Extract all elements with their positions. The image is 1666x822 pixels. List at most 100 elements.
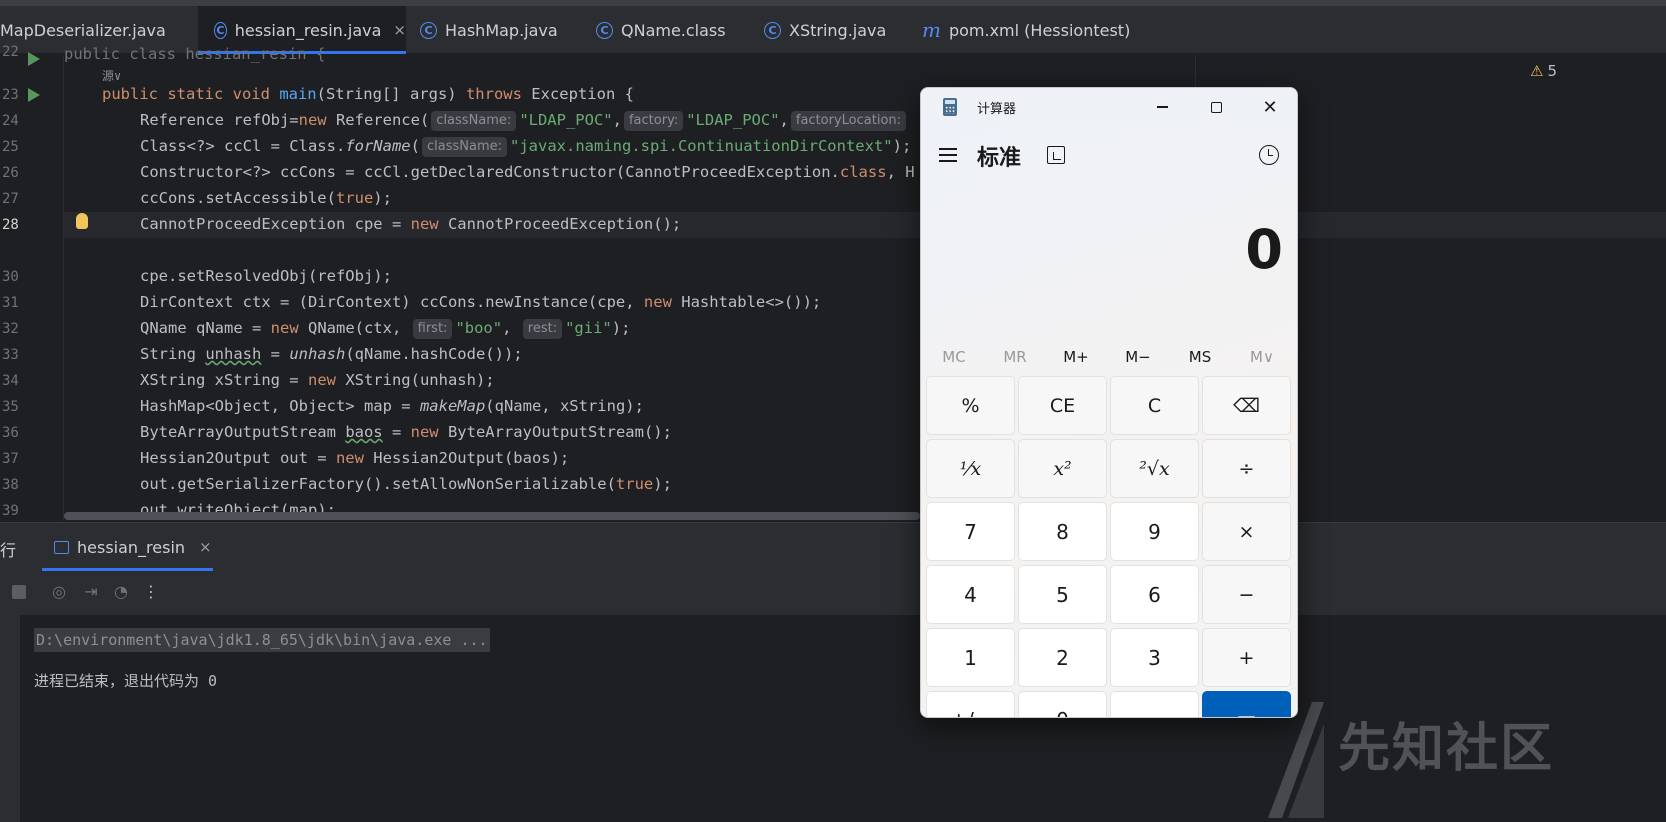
run-tab-label: hessian_resin [77,537,186,557]
run-tab-bar: 行 hessian_resin × [0,523,1666,571]
line-number: 26 [2,165,19,181]
line-number: 33 [2,347,19,363]
code-line: Hessian2Output out = new Hessian2Output(… [140,449,570,467]
add-button[interactable]: + [1202,628,1291,687]
param-hint: factory: [623,111,684,131]
maximize-button[interactable] [1193,92,1239,122]
history-icon[interactable] [1259,145,1279,165]
menu-icon[interactable] [939,148,957,162]
close-icon: ✕ [1262,96,1278,118]
digit-1-button[interactable]: 1 [926,628,1015,687]
run-icon[interactable] [28,52,40,66]
calculator-title-bar[interactable]: 计算器 ✕ [921,88,1297,126]
m-minus-button[interactable]: M− [1109,348,1167,366]
camera-icon[interactable]: ◎ [50,583,68,601]
more-options-icon[interactable]: ⋮ [142,583,160,601]
code-line: QName qName = new QName(ctx, first: "boo"… [140,319,631,339]
close-button[interactable]: ✕ [1247,92,1293,122]
tab-label: QName.class [621,20,726,40]
tab-pom[interactable]: m pom.xml (Hessiontest) [922,6,1132,54]
param-hint: rest: [522,319,563,339]
minimize-icon [1156,106,1168,108]
tab-hashmap[interactable]: C HashMap.java [420,6,580,54]
square-button[interactable]: x² [1018,439,1107,498]
digit-2-button[interactable]: 2 [1018,628,1107,687]
close-icon[interactable]: × [393,21,406,39]
divide-button[interactable]: ÷ [1202,439,1291,498]
restore-layout-icon[interactable]: ⇥ [82,583,100,601]
digit-0-button[interactable]: 0 [1018,691,1107,717]
digit-5-button[interactable]: 5 [1018,565,1107,624]
run-main-icon[interactable] [28,88,40,102]
digit-4-button[interactable]: 4 [926,565,1015,624]
run-toolbar: ◎ ⇥ ◔ ⋮ [0,571,1666,615]
class-icon: C [764,21,781,39]
profiler-icon[interactable]: ◔ [112,583,130,601]
clear-entry-button[interactable]: CE [1018,376,1107,435]
tab-label: hessian_resin.java [234,20,382,40]
code-line: ByteArrayOutputStream baos = new ByteArr… [140,423,672,441]
decimal-button[interactable]: . [1110,691,1199,717]
ms-button[interactable]: MS [1171,348,1229,366]
line-number: 28 [2,217,19,233]
line-number: 27 [2,191,19,207]
mr-button[interactable]: MR [986,348,1044,366]
line-number: 25 [2,139,19,155]
percent-button[interactable]: % [926,376,1015,435]
tab-label: HashMap.java [445,20,558,40]
run-config-icon [54,540,69,554]
close-icon[interactable]: × [199,538,212,556]
code-line: CannotProceedException cpe = new CannotP… [140,215,682,233]
reciprocal-button[interactable]: ⅟x [926,439,1015,498]
calculator-body: 标准 0 MC MR M+ M− MS M∨ % CE C ⌫ ⅟x x² ²√… [921,126,1297,717]
digit-3-button[interactable]: 3 [1110,628,1199,687]
console-command-line[interactable]: D:\environment\java\jdk1.8_65\jdk\bin\ja… [34,628,490,652]
line-number: 36 [2,425,19,441]
run-tab-hessian-resin[interactable]: hessian_resin × [42,523,213,571]
mc-button[interactable]: MC [925,348,983,366]
code-editor[interactable]: public class hessian_resin { 源∨ public s… [64,45,1666,521]
param-hint: className: [431,111,517,131]
code-line: DirContext ctx = (DirContext) ccCons.new… [140,293,822,311]
multiply-button[interactable]: × [1202,502,1291,561]
line-number: 34 [2,373,19,389]
clear-button[interactable]: C [1110,376,1199,435]
mode-title: 标准 [977,146,1022,171]
digit-7-button[interactable]: 7 [926,502,1015,561]
watermark-text: 先知社区 [1338,719,1555,779]
memory-list-button[interactable]: M∨ [1233,348,1291,366]
negate-button[interactable]: +/− [926,691,1015,717]
line-number: 23 [2,87,19,103]
run-panel-label: 行 [0,541,17,560]
line-number: 30 [2,269,19,285]
tab-label: XString.java [789,20,887,40]
line-number: 39 [2,503,19,519]
square-root-button[interactable]: ²√x [1110,439,1199,498]
digit-9-button[interactable]: 9 [1110,502,1199,561]
calculator-display: 0 [1245,218,1283,281]
keep-on-top-icon[interactable] [1047,146,1065,164]
line-number: 32 [2,321,19,337]
subtract-button[interactable]: − [1202,565,1291,624]
tab-xstring[interactable]: C XString.java [764,6,914,54]
digit-8-button[interactable]: 8 [1018,502,1107,561]
digit-6-button[interactable]: 6 [1110,565,1199,624]
line-number: 35 [2,399,19,415]
horizontal-scrollbar[interactable] [64,512,920,520]
stop-icon[interactable] [12,585,26,599]
tab-qname[interactable]: C QName.class [596,6,756,54]
backspace-button[interactable]: ⌫ [1202,376,1291,435]
line-number: 24 [2,113,19,129]
console-gutter [0,615,20,822]
code-line: HashMap<Object, Object> map = makeMap(qN… [140,397,644,415]
watermark: 先知社区 [1268,700,1666,822]
line-number: 38 [2,477,19,493]
code-line: Reference refObj=new Reference(className… [140,107,909,133]
console-exit-message: 进程已结束，退出代码为 0 [34,672,218,690]
minimize-button[interactable] [1139,92,1185,122]
tab-label: pom.xml (Hessiontest) [948,20,1131,40]
calculator-window: 计算器 ✕ 标准 0 MC MR M+ M− MS M∨ % CE C ⌫ ⅟x… [920,87,1298,718]
m-plus-button[interactable]: M+ [1047,348,1105,366]
equals-button[interactable]: = [1202,691,1291,717]
line-number: 37 [2,451,19,467]
